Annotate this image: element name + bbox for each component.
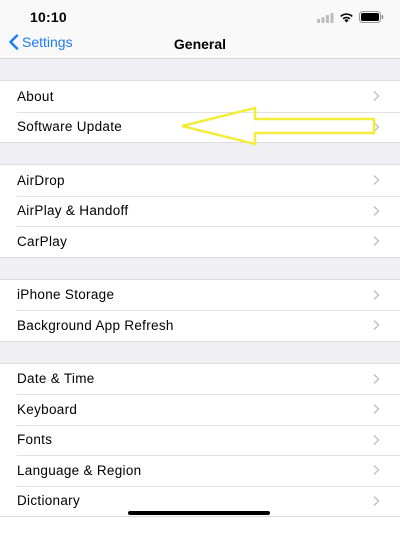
settings-group: Date & Time Keyboard Fonts Language & Re… (0, 362, 400, 517)
list-item-label: iPhone Storage (17, 287, 115, 303)
list-item-label: Fonts (17, 432, 53, 448)
list-item-language-region[interactable]: Language & Region (0, 455, 400, 486)
wifi-icon (339, 10, 354, 28)
settings-list: About Software Update AirDrop AirPlay & … (0, 59, 400, 517)
status-bar: 10:10 (0, 0, 400, 32)
list-item-keyboard[interactable]: Keyboard (0, 394, 400, 425)
list-item-label: Keyboard (17, 401, 78, 417)
list-item-fonts[interactable]: Fonts (0, 424, 400, 455)
settings-group: iPhone Storage Background App Refresh (0, 278, 400, 342)
list-item-label: AirDrop (17, 172, 65, 188)
list-item-label: About (17, 88, 54, 104)
chevron-right-icon (373, 236, 380, 247)
list-item-software-update[interactable]: Software Update (0, 111, 400, 142)
chevron-right-icon (373, 121, 380, 132)
status-icons (317, 10, 384, 28)
list-item-label: Date & Time (17, 371, 95, 387)
chevron-right-icon (373, 373, 380, 384)
chevron-right-icon (373, 320, 380, 331)
status-time: 10:10 (30, 9, 67, 25)
cellular-signal-icon (317, 10, 334, 28)
list-item-iphone-storage[interactable]: iPhone Storage (0, 279, 400, 310)
list-item-date-time[interactable]: Date & Time (0, 363, 400, 394)
list-item-label: Background App Refresh (17, 317, 174, 333)
settings-group: About Software Update (0, 80, 400, 143)
chevron-right-icon (373, 495, 380, 506)
list-item-label: Software Update (17, 119, 123, 135)
list-item-label: CarPlay (17, 233, 68, 249)
battery-icon (359, 10, 384, 28)
home-indicator[interactable] (128, 511, 270, 515)
chevron-right-icon (373, 434, 380, 445)
list-item-label: AirPlay & Handoff (17, 203, 129, 219)
chevron-right-icon (373, 205, 380, 216)
chevron-right-icon (373, 91, 380, 102)
list-item-carplay[interactable]: CarPlay (0, 226, 400, 257)
page-title: General (173, 36, 227, 52)
list-item-label: Dictionary (17, 493, 81, 509)
list-item-airdrop[interactable]: AirDrop (0, 165, 400, 196)
chevron-right-icon (373, 404, 380, 415)
list-item-label: Language & Region (17, 462, 142, 478)
chevron-right-icon (373, 289, 380, 300)
list-item-airplay-handoff[interactable]: AirPlay & Handoff (0, 195, 400, 226)
chevron-right-icon (373, 465, 380, 476)
settings-group: AirDrop AirPlay & Handoff CarPlay (0, 164, 400, 258)
navigation-bar: Settings General (0, 32, 400, 59)
list-item-about[interactable]: About (0, 81, 400, 112)
chevron-right-icon (373, 175, 380, 186)
list-item-background-app-refresh[interactable]: Background App Refresh (0, 310, 400, 341)
